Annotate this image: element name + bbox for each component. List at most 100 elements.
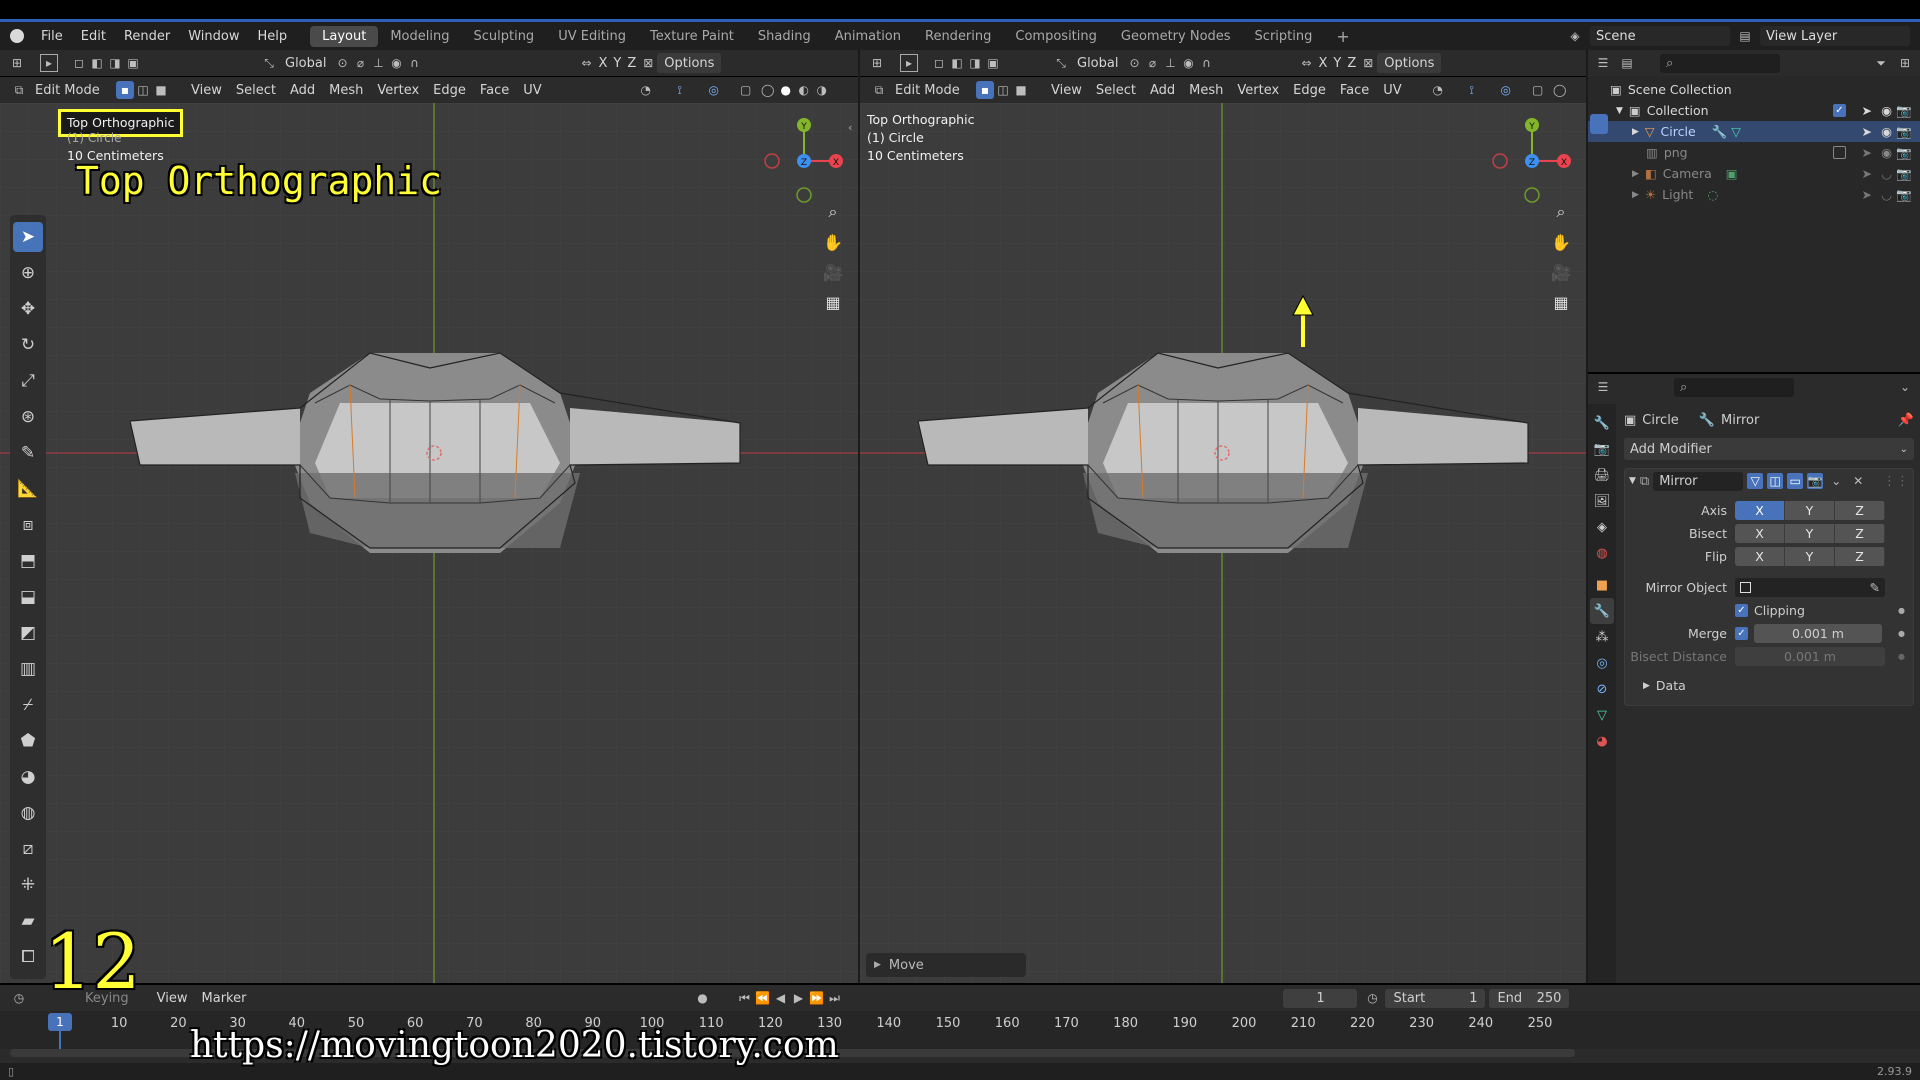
- falloff-icon[interactable]: ∩: [405, 54, 423, 72]
- menu-view-right[interactable]: View: [1044, 80, 1089, 100]
- data-tab-icon[interactable]: ▽: [1590, 702, 1614, 728]
- face-select-icon-right[interactable]: ■: [1012, 81, 1030, 99]
- menu-uv[interactable]: UV: [516, 80, 548, 100]
- bevel-tool-icon[interactable]: ◩: [13, 618, 43, 648]
- automerge-icon[interactable]: ⊠: [639, 54, 657, 72]
- ortho-toggle-icon[interactable]: ▦: [820, 289, 846, 315]
- select-mode-subtract-icon-right[interactable]: ◨: [966, 54, 984, 72]
- visibility-icon[interactable]: ◔: [637, 81, 655, 99]
- outliner-editor-icon[interactable]: ☰: [1594, 54, 1612, 72]
- outliner-row-scene-collection[interactable]: ▣ Scene Collection: [1588, 79, 1920, 100]
- mode-icon-right[interactable]: ⧉: [870, 81, 888, 99]
- keyframe-dot-icon[interactable]: ●: [1898, 606, 1905, 615]
- bisect-x-toggle[interactable]: X: [1735, 524, 1785, 543]
- loop-cut-tool-icon[interactable]: ▥: [13, 654, 43, 684]
- camera-view-icon[interactable]: 🎥: [820, 259, 846, 285]
- automerge-icon-right[interactable]: ⊠: [1359, 54, 1377, 72]
- jump-end-icon[interactable]: ⏭: [825, 989, 843, 1007]
- view-layer-tab-icon[interactable]: 🖼: [1590, 488, 1614, 514]
- mode-dropdown[interactable]: Edit Mode: [28, 80, 116, 100]
- gizmo-toggle-icon[interactable]: ⟟: [671, 81, 689, 99]
- measure-tool-icon[interactable]: 📐: [13, 474, 43, 504]
- outliner-row-collection[interactable]: ▼ ▣ Collection ✓ ➤ ◉ 📷: [1588, 100, 1920, 121]
- menu-edit[interactable]: Edit: [72, 29, 115, 44]
- bisect-y-toggle[interactable]: Y: [1785, 524, 1835, 543]
- edge-slide-tool-icon[interactable]: ⧄: [13, 834, 43, 864]
- timeline-editor-icon[interactable]: ◷: [10, 989, 28, 1007]
- menu-face[interactable]: Face: [473, 80, 516, 100]
- mode-dropdown-right[interactable]: Edit Mode: [888, 80, 976, 100]
- scene-tab-icon[interactable]: ◈: [1590, 514, 1614, 540]
- clipping-checkbox[interactable]: ✓: [1735, 604, 1748, 617]
- tab-modeling[interactable]: Modeling: [378, 26, 461, 47]
- navigation-gizmo-right[interactable]: Y X Z: [1480, 111, 1580, 211]
- modifier-name-field[interactable]: Mirror: [1653, 471, 1744, 491]
- modifier-menu-chevron-icon[interactable]: ⌄: [1827, 472, 1845, 490]
- cage-toggle-icon[interactable]: ◫: [1767, 473, 1784, 489]
- start-frame-field[interactable]: Start 1: [1385, 988, 1486, 1008]
- xray-icon-right[interactable]: ▢: [1529, 81, 1547, 99]
- select-toggle-icon[interactable]: ➤: [1862, 124, 1872, 139]
- timeline-view-menu[interactable]: View: [150, 988, 195, 1008]
- menu-add[interactable]: Add: [283, 80, 322, 100]
- camera-render-icon[interactable]: 📷: [1896, 145, 1912, 161]
- zoom-icon[interactable]: ⌕: [820, 199, 846, 225]
- tab-geometry-nodes[interactable]: Geometry Nodes: [1109, 26, 1243, 47]
- merge-checkbox[interactable]: ✓: [1735, 627, 1748, 640]
- eyedropper-icon[interactable]: ✎: [1870, 580, 1880, 595]
- smooth-tool-icon[interactable]: ◍: [13, 798, 43, 828]
- timeline-marker-menu[interactable]: Marker: [195, 988, 254, 1008]
- clock-icon[interactable]: ◷: [1363, 989, 1381, 1007]
- particles-tab-icon[interactable]: ⁂: [1590, 624, 1614, 650]
- select-box-icon-right[interactable]: ▸: [900, 54, 918, 72]
- material-tab-icon[interactable]: ◕: [1590, 728, 1614, 754]
- tab-compositing[interactable]: Compositing: [1003, 26, 1109, 47]
- select-mode-new-icon[interactable]: ◻: [70, 54, 88, 72]
- edge-select-icon[interactable]: ◫: [134, 81, 152, 99]
- inset-tool-icon[interactable]: ⬓: [13, 582, 43, 612]
- modifier-tab-icon[interactable]: 🔧: [1590, 598, 1614, 624]
- data-subpanel-header[interactable]: ▶ Data: [1625, 674, 1913, 697]
- proportional-edit-icon-right[interactable]: ◉: [1179, 54, 1197, 72]
- snap-icon-right[interactable]: ⌀: [1143, 54, 1161, 72]
- tool-tab-icon[interactable]: 🔧: [1590, 410, 1614, 436]
- menu-edge[interactable]: Edge: [426, 80, 473, 100]
- view-layer-selector[interactable]: View Layer: [1760, 26, 1910, 46]
- collapse-arrow-icon[interactable]: ▼: [1629, 476, 1636, 486]
- menu-mesh[interactable]: Mesh: [322, 80, 370, 100]
- eye-icon[interactable]: ◉: [1881, 145, 1892, 160]
- next-keyframe-icon[interactable]: ⏩: [807, 989, 825, 1007]
- gizmo-toggle-icon-right[interactable]: ⟟: [1463, 81, 1481, 99]
- select-mode-new-icon-right[interactable]: ◻: [930, 54, 948, 72]
- blender-logo-icon[interactable]: [10, 29, 24, 43]
- ortho-toggle-icon-right[interactable]: ▦: [1548, 289, 1574, 315]
- knife-tool-icon[interactable]: ⌿: [13, 690, 43, 720]
- render-tab-icon[interactable]: 📷: [1590, 436, 1614, 462]
- extrude-tool-icon[interactable]: ⬒: [13, 546, 43, 576]
- bisect-distance-field[interactable]: 0.001 m: [1735, 647, 1885, 666]
- pivot-icon-right[interactable]: ⊙: [1125, 54, 1143, 72]
- menu-vertex-right[interactable]: Vertex: [1230, 80, 1286, 100]
- tab-rendering[interactable]: Rendering: [913, 26, 1003, 47]
- keyframe-dot-icon[interactable]: ●: [1898, 629, 1905, 638]
- overlay-toggle-icon-right[interactable]: ◎: [1497, 81, 1515, 99]
- annotate-tool-icon[interactable]: ✎: [13, 438, 43, 468]
- left-viewport[interactable]: ➤ ⊕ ✥ ↻ ⤢ ⊛ ✎ 📐 ⧈ ⬒ ⬓ ◩ ▥ ⌿ ⬟ ◕ ◍ ⧄ ⁜ ▰ …: [0, 103, 858, 983]
- camera-render-icon[interactable]: 📷: [1896, 103, 1912, 119]
- outliner-row-circle[interactable]: ▶ ▽ Circle 🔧 ▽ ➤ ◉ 📷: [1588, 121, 1920, 142]
- pan-hand-icon-right[interactable]: ✋: [1548, 229, 1574, 255]
- tab-scripting[interactable]: Scripting: [1243, 26, 1325, 47]
- wireframe-shading-icon[interactable]: ◯: [759, 81, 777, 99]
- rip-tool-icon[interactable]: ⧠: [13, 942, 43, 972]
- vertex-select-icon[interactable]: ▪: [116, 81, 134, 99]
- eye-icon[interactable]: ◉: [1881, 103, 1892, 118]
- merge-distance-field[interactable]: 0.001 m: [1754, 624, 1882, 643]
- region-toggle-icon[interactable]: ‹: [848, 121, 852, 134]
- orientation-dropdown[interactable]: Global: [278, 53, 333, 73]
- menu-help[interactable]: Help: [249, 29, 297, 44]
- menu-select-right[interactable]: Select: [1089, 80, 1143, 100]
- camera-render-icon[interactable]: 📷: [1896, 124, 1912, 140]
- select-box-icon[interactable]: ▸: [40, 54, 58, 72]
- select-mode-extend-icon[interactable]: ◧: [88, 54, 106, 72]
- expand-arrow-icon[interactable]: ▶: [1632, 169, 1639, 179]
